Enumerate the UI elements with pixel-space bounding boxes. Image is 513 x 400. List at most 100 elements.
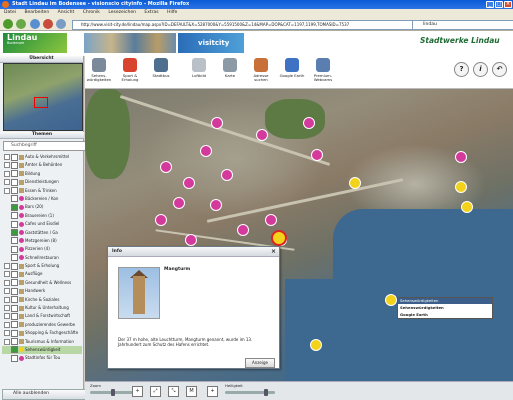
forward-arrow-icon[interactable] [16, 19, 26, 29]
menu-item-bearbeiten[interactable]: Bearbeiten [24, 10, 49, 15]
expand-toggle-icon[interactable] [4, 305, 10, 312]
expand-toggle-icon[interactable] [4, 338, 10, 345]
expand-toggle-icon[interactable] [4, 313, 10, 320]
brightness-slider-handle[interactable] [264, 389, 269, 396]
tree-checkbox[interactable] [11, 212, 18, 220]
menu-item-extras[interactable]: Extras [144, 10, 158, 15]
tree-checkbox[interactable] [11, 203, 18, 211]
tool-google-earth[interactable]: Google Earth [278, 58, 306, 86]
expand-toggle-icon[interactable] [4, 162, 10, 169]
tree-checkbox[interactable] [11, 187, 18, 195]
visitcity-logo[interactable]: visitcity [178, 33, 244, 53]
theme-search-input[interactable]: Suchbegriff [3, 141, 90, 151]
back-button[interactable]: ↶ [492, 62, 507, 77]
info-button[interactable]: i [473, 62, 488, 77]
tree-checkbox[interactable] [11, 304, 18, 312]
expand-toggle-icon[interactable] [4, 330, 10, 337]
menu-item-datei[interactable]: Datei [4, 10, 16, 15]
tree-category[interactable]: Sport & Erholung [2, 262, 82, 270]
tree-checkbox[interactable] [11, 195, 18, 203]
bar-marker-icon[interactable] [160, 161, 172, 173]
tree-checkbox[interactable] [11, 312, 18, 320]
tree-category[interactable]: Kultur & Unterhaltung [2, 304, 82, 312]
minimize-button[interactable]: _ [486, 1, 494, 8]
tool-webcam[interactable]: Premium-Webcams [309, 58, 337, 86]
context-menu-item-google-earth[interactable]: Google Earth [398, 311, 492, 318]
expand-toggle-icon[interactable] [4, 271, 10, 278]
overview-map[interactable] [3, 63, 83, 131]
tree-category[interactable]: Handwerk [2, 287, 82, 295]
bar-marker-icon[interactable] [155, 214, 167, 226]
tree-checkbox[interactable] [11, 287, 18, 295]
tree-checkbox[interactable] [11, 254, 18, 262]
tree-checkbox[interactable] [11, 229, 18, 237]
tree-checkbox[interactable] [11, 279, 18, 287]
tool-address-search[interactable]: Adresse suchen [247, 58, 275, 86]
back-arrow-icon[interactable] [3, 19, 13, 29]
viewport-rectangle[interactable] [34, 97, 48, 108]
tree-checkbox[interactable] [11, 270, 18, 278]
expand-toggle-icon[interactable] [4, 321, 10, 328]
tool-map[interactable]: Karte [216, 58, 244, 86]
sight-marker-icon[interactable] [349, 177, 361, 189]
menu-item-hilfe[interactable]: Hilfe [167, 10, 177, 15]
expand-toggle-icon[interactable] [4, 263, 10, 270]
menu-item-lesezeichen[interactable]: Lesezeichen [108, 10, 136, 15]
bar-marker-icon[interactable] [221, 169, 233, 181]
popup-action-button[interactable]: Anzeige [245, 358, 275, 368]
bar-marker-icon[interactable] [311, 149, 323, 161]
tree-checkbox[interactable] [11, 220, 18, 228]
tree-checkbox[interactable] [11, 354, 18, 362]
selected-sight-marker-icon[interactable] [271, 230, 287, 246]
tree-category[interactable]: Gesundheit & Wellness [2, 279, 82, 287]
tree-subcategory[interactable]: Bäckereien / Kon [2, 195, 82, 203]
sight-marker-icon[interactable] [461, 201, 473, 213]
sight-marker-icon[interactable] [455, 181, 467, 193]
bar-marker-icon[interactable] [265, 214, 277, 226]
tree-checkbox[interactable] [11, 178, 18, 186]
deselect-all-button[interactable]: Alle ausblenden [2, 389, 94, 400]
tree-subcategory[interactable]: Metzgereien (8) [2, 237, 82, 245]
tree-checkbox[interactable] [11, 321, 18, 329]
tree-category[interactable]: Land & Forstwirtschaft [2, 312, 82, 320]
crosshair-icon[interactable]: + [207, 386, 218, 397]
tree-category[interactable]: Essen & Trinken [2, 187, 82, 195]
tree-checkbox[interactable] [11, 329, 18, 337]
tree-checkbox[interactable] [11, 245, 18, 253]
bar-marker-icon[interactable] [185, 234, 197, 246]
menu-item-chronik[interactable]: Chronik [83, 10, 100, 15]
tree-checkbox[interactable] [11, 296, 18, 304]
bar-marker-icon[interactable] [210, 199, 222, 211]
sight-marker-icon[interactable] [385, 294, 397, 306]
expand-toggle-icon[interactable] [4, 179, 10, 186]
bar-marker-icon[interactable] [200, 145, 212, 157]
close-window-button[interactable]: × [504, 1, 512, 8]
menu-item-ansicht[interactable]: Ansicht [58, 10, 75, 15]
tree-checkbox[interactable] [11, 346, 18, 354]
expand-toggle-icon[interactable] [4, 279, 10, 286]
maximize-button[interactable]: □ [495, 1, 503, 8]
tree-category[interactable]: Ausflüge [2, 270, 82, 278]
tool-aerial[interactable]: Luftbild [185, 58, 213, 86]
bar-marker-icon[interactable] [211, 117, 223, 129]
address-bar[interactable]: http://www.visit-city.de/lindau/map.aspx… [72, 20, 418, 30]
tree-subcategory[interactable]: Sehenswürdigkeit [2, 345, 82, 355]
search-box[interactable]: lindau [412, 20, 513, 30]
tree-category[interactable]: Tourismus & Information [2, 338, 82, 346]
context-menu-item-sights[interactable]: Sehenswürdigkeiten [398, 304, 492, 311]
tool-camera[interactable]: Sehens-würdigkeiten [85, 58, 113, 86]
tree-subcategory[interactable]: Brauereien (1) [2, 212, 82, 220]
bar-marker-icon[interactable] [173, 197, 185, 209]
tree-checkbox[interactable] [11, 161, 18, 169]
lindau-logo[interactable]: Lindau Bodensee [3, 33, 67, 53]
tree-checkbox[interactable] [11, 237, 18, 245]
tree-checkbox[interactable] [11, 262, 18, 270]
help-button[interactable]: ? [454, 62, 469, 77]
expand-toggle-icon[interactable] [4, 187, 10, 194]
tree-subcategory[interactable]: Cafes und Eisdiel [2, 220, 82, 228]
expand-toggle-icon[interactable] [4, 288, 10, 295]
reload-icon[interactable] [30, 19, 40, 29]
tree-category[interactable]: Auto & Verkehrsmittel [2, 153, 82, 161]
tree-subcategory[interactable]: Gaststätten / Ga [2, 229, 82, 237]
tree-subcategory[interactable]: Stadtinfos für Tou [2, 354, 82, 362]
